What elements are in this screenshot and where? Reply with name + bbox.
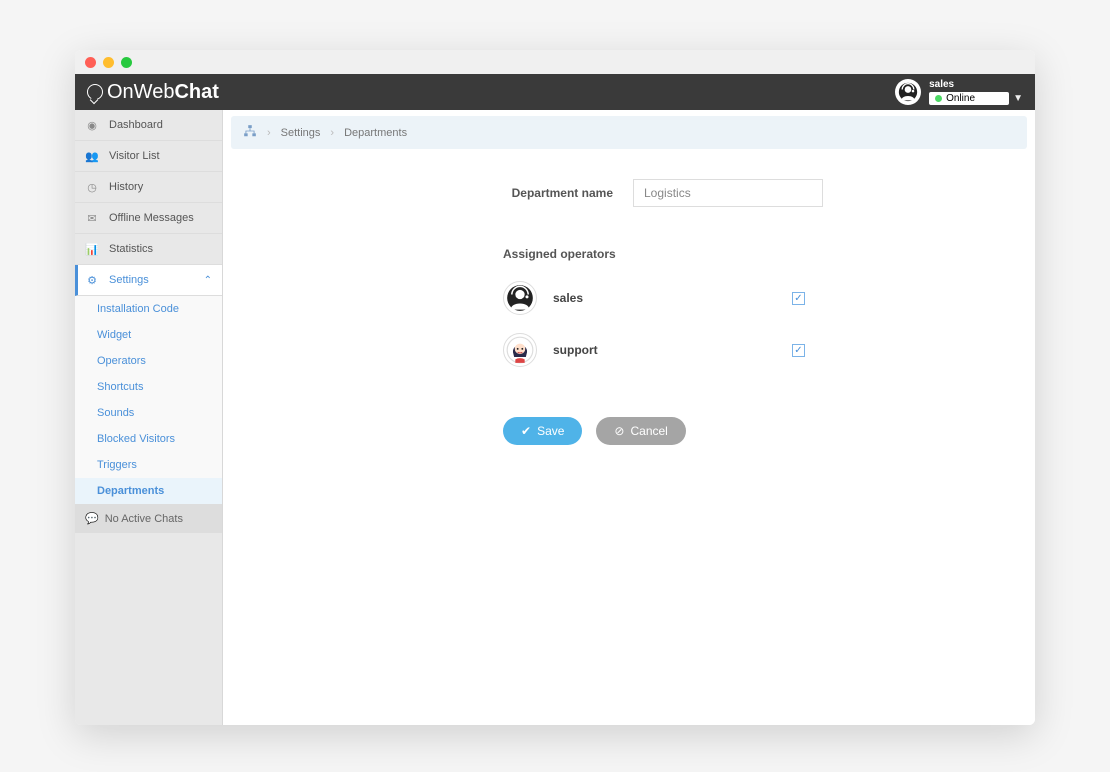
clock-icon: ◷: [85, 180, 99, 194]
app-logo: OnWebChat: [87, 81, 219, 104]
username: sales: [929, 79, 1023, 90]
close-window-dot[interactable]: [85, 57, 96, 68]
subnav-triggers[interactable]: Triggers: [75, 452, 222, 478]
breadcrumb-sep-icon: ›: [330, 127, 334, 139]
subnav-installation-code[interactable]: Installation Code: [75, 296, 222, 322]
settings-subnav: Installation Code Widget Operators Short…: [75, 296, 222, 504]
operator-name: support: [553, 343, 776, 357]
assigned-operators-title: Assigned operators: [503, 247, 985, 261]
sidebar-label: Settings: [109, 274, 149, 286]
department-name-input[interactable]: [633, 179, 823, 207]
subnav-shortcuts[interactable]: Shortcuts: [75, 374, 222, 400]
sidebar-item-history[interactable]: ◷ History: [75, 172, 222, 203]
mail-icon: ✉: [85, 211, 99, 225]
chat-icon: 💬: [85, 512, 99, 525]
sidebar: ◉ Dashboard 👥 Visitor List ◷ History ✉ O…: [75, 110, 223, 725]
status-text: Online: [946, 93, 975, 104]
sitemap-icon: [243, 124, 257, 141]
main-content: › Settings › Departments Department name…: [223, 110, 1035, 725]
breadcrumb-settings[interactable]: Settings: [281, 127, 321, 139]
logo-text-prefix: OnWeb: [107, 81, 174, 103]
sidebar-label: Visitor List: [109, 150, 160, 162]
sidebar-label: Statistics: [109, 243, 153, 255]
department-name-label: Department name: [503, 186, 613, 200]
operator-checkbox[interactable]: ✓: [792, 344, 805, 357]
breadcrumb: › Settings › Departments: [231, 116, 1027, 149]
users-icon: 👥: [85, 149, 99, 163]
sidebar-label: Offline Messages: [109, 212, 194, 224]
female-avatar-icon: [506, 336, 534, 364]
minimize-window-dot[interactable]: [103, 57, 114, 68]
chevron-up-icon: ⌃: [204, 275, 212, 286]
subnav-blocked-visitors[interactable]: Blocked Visitors: [75, 426, 222, 452]
operator-avatar: [503, 281, 537, 315]
save-button[interactable]: ✔ Save: [503, 417, 582, 445]
sidebar-label: History: [109, 181, 143, 193]
stats-icon: 📊: [85, 242, 99, 256]
operator-avatar: [503, 333, 537, 367]
status-select[interactable]: Online: [929, 92, 1009, 105]
operator-row: sales ✓: [503, 281, 985, 315]
chat-bubble-icon: [87, 84, 103, 100]
sidebar-item-dashboard[interactable]: ◉ Dashboard: [75, 110, 222, 141]
caret-down-icon[interactable]: ▼: [1013, 93, 1023, 104]
operator-name: sales: [553, 291, 776, 305]
subnav-sounds[interactable]: Sounds: [75, 400, 222, 426]
headset-avatar-icon: [898, 82, 918, 102]
user-avatar[interactable]: [895, 79, 921, 105]
sidebar-label: Dashboard: [109, 119, 163, 131]
breadcrumb-sep-icon: ›: [267, 127, 271, 139]
topbar: OnWebChat sales Online ▼: [75, 74, 1035, 110]
operator-row: support ✓: [503, 333, 985, 367]
sidebar-item-offline[interactable]: ✉ Offline Messages: [75, 203, 222, 234]
cancel-icon: ⊘: [614, 424, 624, 438]
operator-checkbox[interactable]: ✓: [792, 292, 805, 305]
subnav-widget[interactable]: Widget: [75, 322, 222, 348]
cancel-button-label: Cancel: [630, 424, 667, 438]
maximize-window-dot[interactable]: [121, 57, 132, 68]
status-dot-icon: [935, 95, 942, 102]
check-icon: ✔: [521, 424, 531, 438]
breadcrumb-departments: Departments: [344, 127, 407, 139]
sidebar-item-visitors[interactable]: 👥 Visitor List: [75, 141, 222, 172]
window-titlebar: [75, 50, 1035, 74]
headset-avatar-icon: [506, 284, 534, 312]
user-area: sales Online ▼: [895, 79, 1023, 105]
sidebar-item-settings[interactable]: ⚙ Settings ⌃: [75, 265, 222, 296]
gear-icon: ⚙: [85, 273, 99, 287]
subnav-operators[interactable]: Operators: [75, 348, 222, 374]
app-window: OnWebChat sales Online ▼ ◉ Das: [75, 50, 1035, 725]
chat-status: 💬 No Active Chats: [75, 504, 222, 533]
dashboard-icon: ◉: [85, 118, 99, 132]
save-button-label: Save: [537, 424, 564, 438]
logo-text-suffix: Chat: [174, 81, 218, 103]
subnav-departments[interactable]: Departments: [75, 478, 222, 504]
cancel-button[interactable]: ⊘ Cancel: [596, 417, 685, 445]
chat-status-text: No Active Chats: [105, 513, 183, 525]
sidebar-item-statistics[interactable]: 📊 Statistics: [75, 234, 222, 265]
